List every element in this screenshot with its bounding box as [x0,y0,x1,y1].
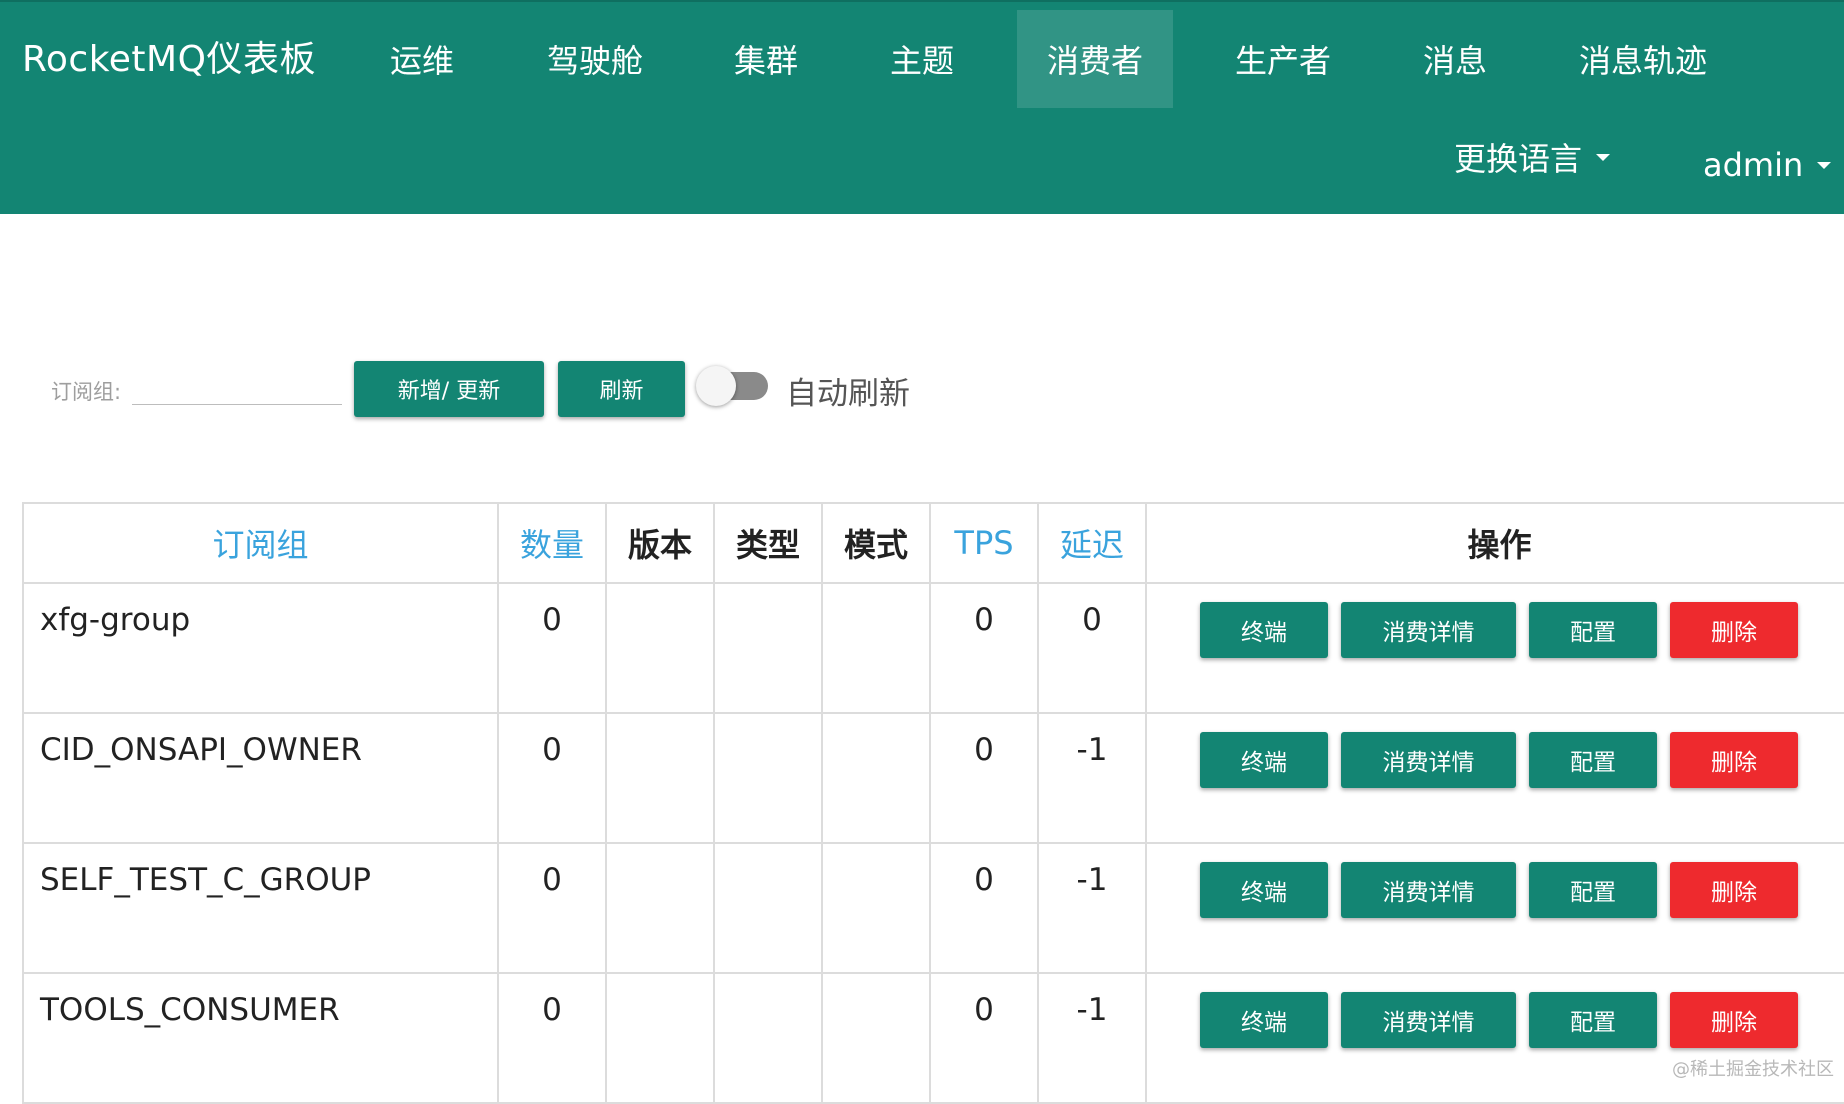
watermark: @稀土掘金技术社区 [1672,1059,1834,1080]
cell-actions: 终端 消费详情 配置 删除 [1145,582,1844,714]
user-dropdown[interactable]: admin [1703,146,1832,184]
cell-mode [821,972,931,1104]
client-button[interactable]: 终端 [1200,732,1328,788]
toggle-knob [696,366,736,406]
top-navbar: RocketMQ仪表板 运维 驾驶舱 集群 主题 消费者 生产者 消息 消息轨迹… [0,0,1844,214]
nav-item-dashboard[interactable]: 驾驶舱 [530,10,660,108]
user-dropdown-label: admin [1703,146,1804,184]
cell-version [605,972,715,1104]
config-button[interactable]: 配置 [1529,732,1657,788]
cell-type [713,712,823,844]
config-button[interactable]: 配置 [1529,602,1657,658]
consume-detail-button[interactable]: 消费详情 [1341,992,1516,1048]
cell-version [605,582,715,714]
caret-down-icon [1817,161,1832,169]
delete-button[interactable]: 删除 [1670,862,1798,918]
column-header-actions: 操作 [1145,502,1844,584]
table-header-row: 订阅组 数量 版本 类型 模式 TPS 延迟 操作 [22,502,1844,584]
cell-delay: -1 [1037,972,1147,1104]
cell-count: 0 [497,972,607,1104]
column-header-mode: 模式 [821,502,931,584]
delete-button[interactable]: 删除 [1670,992,1798,1048]
cell-group: CID_ONSAPI_OWNER [22,712,499,844]
delete-button[interactable]: 删除 [1670,732,1798,788]
client-button[interactable]: 终端 [1200,862,1328,918]
cell-group: TOOLS_CONSUMER [22,972,499,1104]
consume-detail-button[interactable]: 消费详情 [1341,862,1516,918]
consumer-table: 订阅组 数量 版本 类型 模式 TPS 延迟 操作 xfg-group 0 0 … [22,502,1844,1104]
subscription-group-search-input[interactable] [132,368,342,405]
config-button[interactable]: 配置 [1529,862,1657,918]
cell-tps: 0 [929,712,1039,844]
consume-detail-button[interactable]: 消费详情 [1341,602,1516,658]
language-dropdown-label: 更换语言 [1454,140,1583,178]
nav-item-topic[interactable]: 主题 [872,10,972,108]
client-button[interactable]: 终端 [1200,992,1328,1048]
delete-button[interactable]: 删除 [1670,602,1798,658]
column-header-version: 版本 [605,502,715,584]
cell-actions: 终端 消费详情 配置 删除 [1145,712,1844,844]
cell-group: xfg-group [22,582,499,714]
language-dropdown[interactable]: 更换语言 [1454,134,1611,180]
table-row: xfg-group 0 0 0 终端 消费详情 配置 删除 [22,582,1844,714]
column-header-delay[interactable]: 延迟 [1037,502,1147,584]
cell-type [713,582,823,714]
cell-mode [821,712,931,844]
cell-count: 0 [497,582,607,714]
cell-mode [821,582,931,714]
cell-actions: 终端 消费详情 配置 删除 [1145,842,1844,974]
cell-delay: -1 [1037,712,1147,844]
auto-refresh-toggle[interactable] [696,366,768,406]
cell-mode [821,842,931,974]
cell-delay: 0 [1037,582,1147,714]
column-header-count[interactable]: 数量 [497,502,607,584]
add-update-button[interactable]: 新增/ 更新 [354,361,544,417]
cell-count: 0 [497,842,607,974]
cell-actions: 终端 消费详情 配置 删除 [1145,972,1844,1104]
nav-item-producer[interactable]: 生产者 [1218,10,1348,108]
cell-type [713,842,823,974]
cell-version [605,842,715,974]
nav-item-cluster[interactable]: 集群 [716,10,816,108]
nav-item-message[interactable]: 消息 [1405,10,1505,108]
search-label: 订阅组: [51,380,122,404]
nav-item-consumer[interactable]: 消费者 [1017,10,1173,108]
nav-item-ops[interactable]: 运维 [372,10,472,108]
nav-item-message-trace[interactable]: 消息轨迹 [1570,10,1716,108]
table-row: SELF_TEST_C_GROUP 0 0 -1 终端 消费详情 配置 删除 [22,842,1844,974]
cell-delay: -1 [1037,842,1147,974]
config-button[interactable]: 配置 [1529,992,1657,1048]
brand-title[interactable]: RocketMQ仪表板 [22,30,316,82]
caret-down-icon [1596,153,1611,161]
cell-tps: 0 [929,842,1039,974]
column-header-group[interactable]: 订阅组 [22,502,499,584]
refresh-button[interactable]: 刷新 [558,361,685,417]
cell-type [713,972,823,1104]
cell-tps: 0 [929,582,1039,714]
auto-refresh-label: 自动刷新 [786,376,910,412]
table-row: CID_ONSAPI_OWNER 0 0 -1 终端 消费详情 配置 删除 [22,712,1844,844]
client-button[interactable]: 终端 [1200,602,1328,658]
consume-detail-button[interactable]: 消费详情 [1341,732,1516,788]
column-header-type: 类型 [713,502,823,584]
cell-tps: 0 [929,972,1039,1104]
column-header-tps[interactable]: TPS [929,502,1039,584]
cell-count: 0 [497,712,607,844]
cell-group: SELF_TEST_C_GROUP [22,842,499,974]
table-row: TOOLS_CONSUMER 0 0 -1 终端 消费详情 配置 删除 [22,972,1844,1104]
cell-version [605,712,715,844]
